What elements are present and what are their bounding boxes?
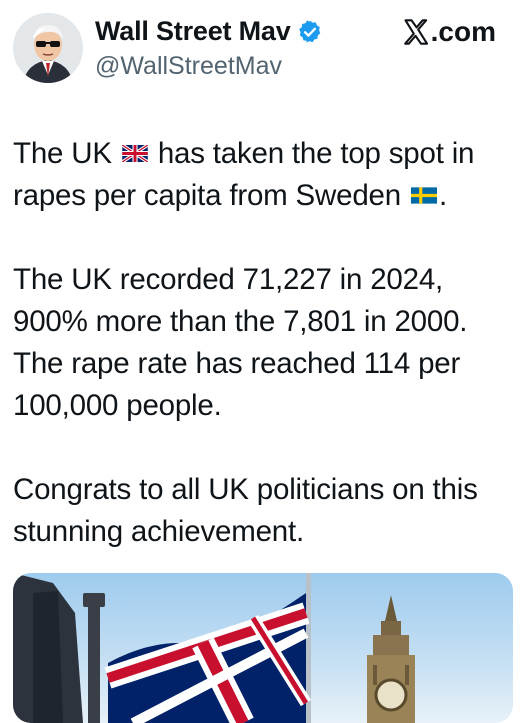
post-text-segment: . <box>438 179 447 212</box>
author-handle[interactable]: @WallStreetMav <box>95 52 282 81</box>
post-body: The UK has taken the top spot in rapes p… <box>13 133 513 595</box>
post-header: Wall Street Mav @WallStreetMav .com <box>0 0 526 100</box>
x-logo-icon <box>403 19 428 45</box>
post-text-segment: rapes per capita from Sweden <box>13 179 401 212</box>
union-jack-big-ben-photo <box>13 573 415 723</box>
post-paragraph-3: Congrats to all UK politicians on this s… <box>13 473 478 548</box>
post-paragraph-1: The UK has taken the top spot in rapes p… <box>13 133 513 217</box>
verified-badge-icon <box>298 20 320 43</box>
suited-man-avatar-icon <box>13 13 83 83</box>
sweden-flag-icon <box>410 187 437 204</box>
post-paragraph-2: The UK recorded 71,227 in 2024, 900% mor… <box>13 263 468 422</box>
post-text-segment: The UK <box>13 137 112 170</box>
brand-domain: .com <box>430 16 496 47</box>
uk-flag-icon <box>121 144 148 162</box>
avatar[interactable] <box>13 13 83 83</box>
x-com-brand: .com <box>402 16 496 48</box>
post-text-segment: has taken the top spot in <box>157 137 475 170</box>
display-name[interactable]: Wall Street Mav <box>95 16 291 47</box>
big-ben-tower-icon <box>367 595 415 723</box>
post-media-image[interactable] <box>13 573 513 723</box>
